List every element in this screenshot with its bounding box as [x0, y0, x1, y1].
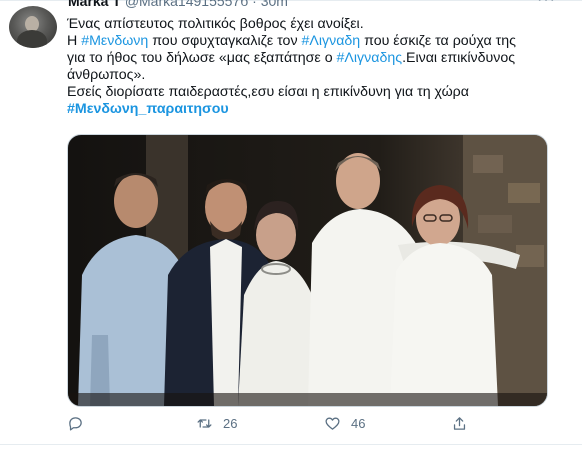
person-5-blouse	[390, 243, 498, 406]
hashtag-link[interactable]: #Μενδωνη	[81, 33, 148, 49]
floor	[68, 393, 547, 406]
tweet-text-segment: Η	[67, 33, 82, 49]
heart-icon	[325, 417, 340, 430]
wall-stone	[478, 215, 512, 233]
share-button[interactable]	[451, 413, 478, 433]
tweet-line-2: Η #Μενδωνη που σφυχταγκαλιζε τον #Λιγναδ…	[67, 33, 537, 84]
more-options-icon[interactable]: ···	[537, 0, 556, 8]
hashtag-link[interactable]: #Μενδωνη_παραιτησου	[67, 101, 229, 117]
hashtag-link[interactable]: #Λιγναδης	[337, 50, 403, 66]
divider-bottom	[0, 444, 582, 445]
handle[interactable]: @Marka14915557б	[125, 0, 248, 9]
tweet-photo[interactable]	[67, 134, 548, 407]
retweet-icon	[197, 418, 212, 428]
person-1-head	[114, 174, 158, 228]
like-button[interactable]: 46	[324, 413, 365, 433]
display-name[interactable]: Marka T	[68, 0, 121, 9]
hashtag-link[interactable]: #Λιγναδη	[301, 33, 360, 49]
wall-stone	[508, 183, 540, 203]
tweet-line-3: Εσείς διορίσατε παιδεραστές,εσυ είσαι η …	[67, 84, 469, 100]
like-count: 46	[351, 415, 366, 431]
tweet-text: Ένας απίστευτος πολιτικός βοθρος έχει αν…	[67, 16, 537, 118]
wall-stone	[473, 155, 503, 173]
wall-stone	[516, 245, 544, 267]
tweet-card[interactable]: Marka T @Marka14915557б · 30m ··· Ένας α…	[0, 0, 582, 450]
timestamp[interactable]: 30m	[261, 0, 288, 9]
retweet-count: 26	[223, 415, 238, 431]
reply-button[interactable]	[67, 413, 94, 433]
person-2-shirt	[210, 239, 242, 406]
avatar-body-shape	[17, 30, 47, 48]
tweet-text-segment: που σφυχταγκαλιζε τον	[148, 33, 302, 49]
reply-icon	[69, 416, 82, 431]
tweet-line-1: Ένας απίστευτος πολιτικός βοθρος έχει αν…	[67, 16, 364, 32]
retweet-button[interactable]: 26	[196, 413, 237, 433]
avatar[interactable]	[9, 6, 57, 48]
tweet-actions: 26 46	[67, 413, 527, 433]
share-icon	[453, 416, 466, 430]
tweet-line-4: #Μενδωνη_παραιτησου	[67, 101, 537, 118]
group-photo-illustration	[68, 135, 547, 406]
time-separator: ·	[252, 0, 257, 9]
tweet-header: Marka T @Marka14915557б · 30m	[68, 0, 288, 9]
